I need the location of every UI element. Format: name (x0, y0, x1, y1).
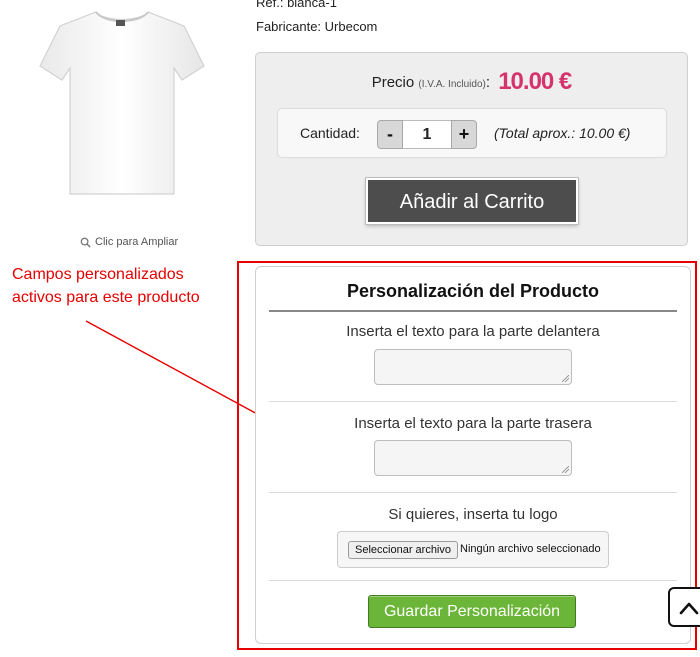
annotation-highlight-box (237, 261, 697, 650)
price-colon: : (485, 74, 491, 91)
price-line: Precio (I.V.A. Incluido): 10.00 € (256, 68, 687, 96)
vat-note: (I.V.A. Incluido) (418, 79, 486, 90)
add-to-cart-button[interactable]: Añadir al Carrito (366, 178, 578, 224)
product-ref: Ref.: blanca-1 (256, 0, 337, 10)
magnifier-icon (80, 237, 91, 248)
zoom-link[interactable]: Clic para Ampliar (80, 236, 178, 248)
product-maker: Fabricante: Urbecom (256, 19, 378, 34)
price-label: Precio (371, 74, 415, 91)
price-amount: 10.00 € (498, 68, 572, 95)
scroll-to-top-button[interactable] (668, 587, 700, 627)
quantity-decrease-button[interactable]: - (377, 120, 403, 149)
quantity-input[interactable]: 1 (403, 120, 451, 149)
quantity-panel: Cantidad: - 1 + (Total aprox.: 10.00 €) (277, 108, 667, 158)
quantity-label: Cantidad: (300, 125, 360, 141)
chevron-up-icon (679, 602, 699, 615)
quantity-increase-button[interactable]: + (451, 120, 477, 149)
price-box: Precio (I.V.A. Incluido): 10.00 € Cantid… (255, 52, 688, 246)
quantity-total: (Total aprox.: 10.00 €) (494, 125, 631, 141)
zoom-label: Clic para Ampliar (95, 236, 179, 248)
product-image[interactable] (34, 8, 210, 198)
annotation-text: Campos personalizados activos para este … (12, 266, 200, 306)
